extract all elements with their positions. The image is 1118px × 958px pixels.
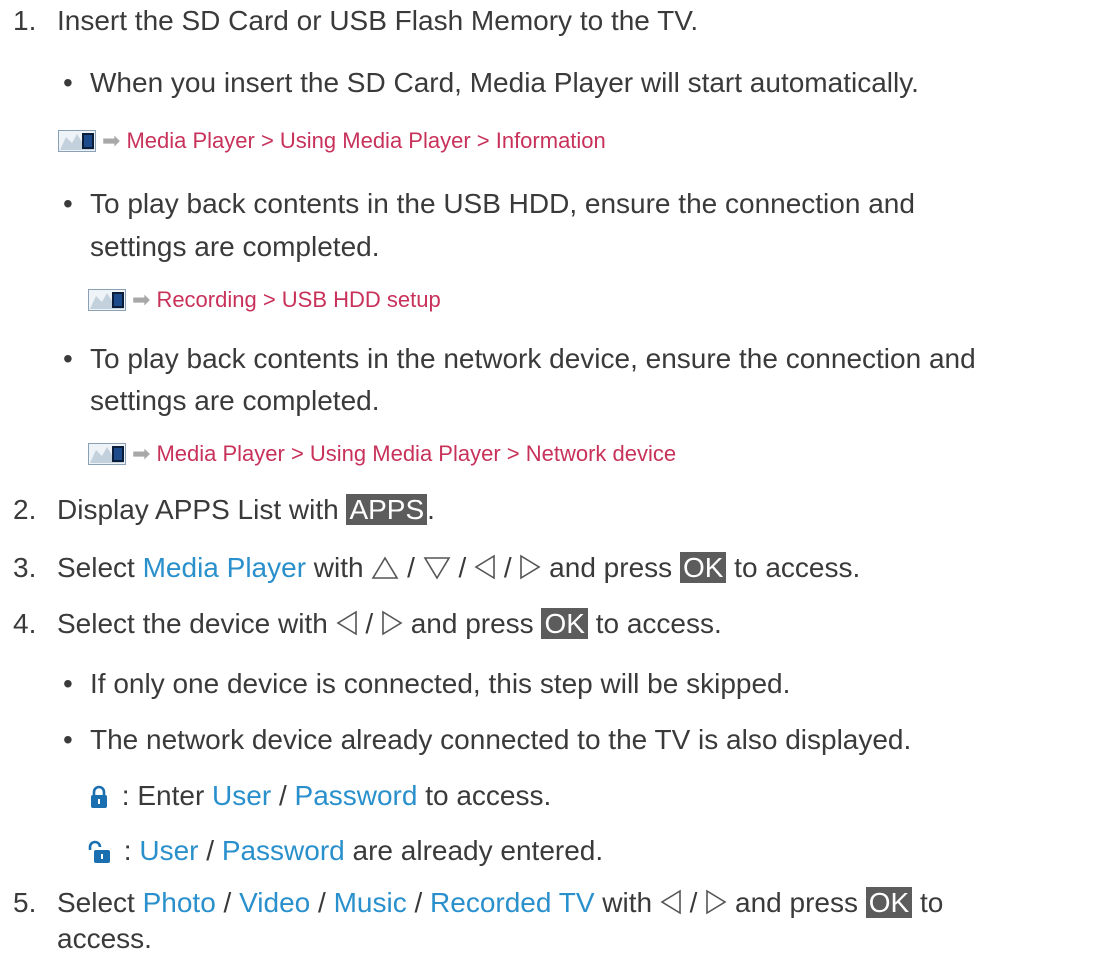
ok-key: OK [679,552,727,583]
lock-closed-icon [91,785,107,808]
media-player-link[interactable]: Media Player [143,552,306,583]
reference-link-network-device[interactable]: ➡ Media Player > Using Media Player > Ne… [88,440,676,468]
step-text: Display APPS List with [57,494,347,525]
up-arrow-icon [371,556,399,579]
ok-key: OK [865,887,913,918]
down-arrow-icon [423,557,451,580]
bullet-continuation: settings are completed. [90,384,380,418]
bullet-text: If only one device is connected, this st… [90,668,791,699]
reference-link-usb-hdd-setup[interactable]: ➡ Recording > USB HDD setup [88,286,441,314]
reference-text: Recording > USB HDD setup [156,287,441,312]
reference-text: Media Player > Using Media Player > Netw… [156,441,677,466]
left-arrow-icon [336,610,357,636]
password-label: Password [294,780,418,811]
step-number: 1. [13,5,37,36]
recorded-tv-link[interactable]: Recorded TV [430,887,594,918]
arrow-icon: ➡ [102,128,121,153]
right-arrow-icon [706,889,727,915]
bullet-text: settings are completed. [90,231,380,262]
apps-key: APPS [346,494,428,525]
step-5-continuation: access. [57,922,152,956]
bullet-text: settings are completed. [90,385,380,416]
video-link[interactable]: Video [239,887,310,918]
step-number: 5. [13,887,37,918]
arrow-icon: ➡ [132,287,151,312]
password-label: Password [221,835,345,866]
tv-menu-icon [88,289,126,311]
bullet: • [63,724,73,755]
right-arrow-icon [520,554,541,580]
step-number: 3. [13,552,37,583]
bullet-text: When you insert the SD Card, Media Playe… [90,67,919,98]
bullet-continuation: settings are completed. [90,230,380,264]
ok-key: OK [541,608,588,639]
bullet: • [63,188,73,219]
right-arrow-icon [382,610,403,636]
step-text: Insert the SD Card or USB Flash Memory t… [57,5,699,36]
reference-text: Media Player > Using Media Player > Info… [126,128,606,153]
bullet: • [63,668,73,699]
bullet-text: The network device already connected to … [90,724,912,755]
lock-open-row: : User / Password are already entered. [88,834,603,868]
step-number: 4. [13,608,37,639]
reference-link-information[interactable]: ➡ Media Player > Using Media Player > In… [58,127,606,155]
bullet: • [63,343,73,374]
left-arrow-icon [474,554,495,580]
photo-link[interactable]: Photo [143,887,216,918]
bullet-text: To play back contents in the USB HDD, en… [90,188,915,219]
step-text: access. [57,923,152,954]
lock-closed-row: : Enter User / Password to access. [88,779,551,813]
tv-menu-icon [58,130,96,152]
music-link[interactable]: Music [334,887,407,918]
arrow-icon: ➡ [132,441,151,466]
bullet: • [63,67,73,98]
user-label: User [212,780,272,811]
tv-menu-icon [88,443,126,465]
bullet-text: To play back contents in the network dev… [90,343,976,374]
step-number: 2. [13,494,37,525]
user-label: User [139,835,199,866]
left-arrow-icon [660,889,681,915]
lock-open-icon [88,840,110,863]
